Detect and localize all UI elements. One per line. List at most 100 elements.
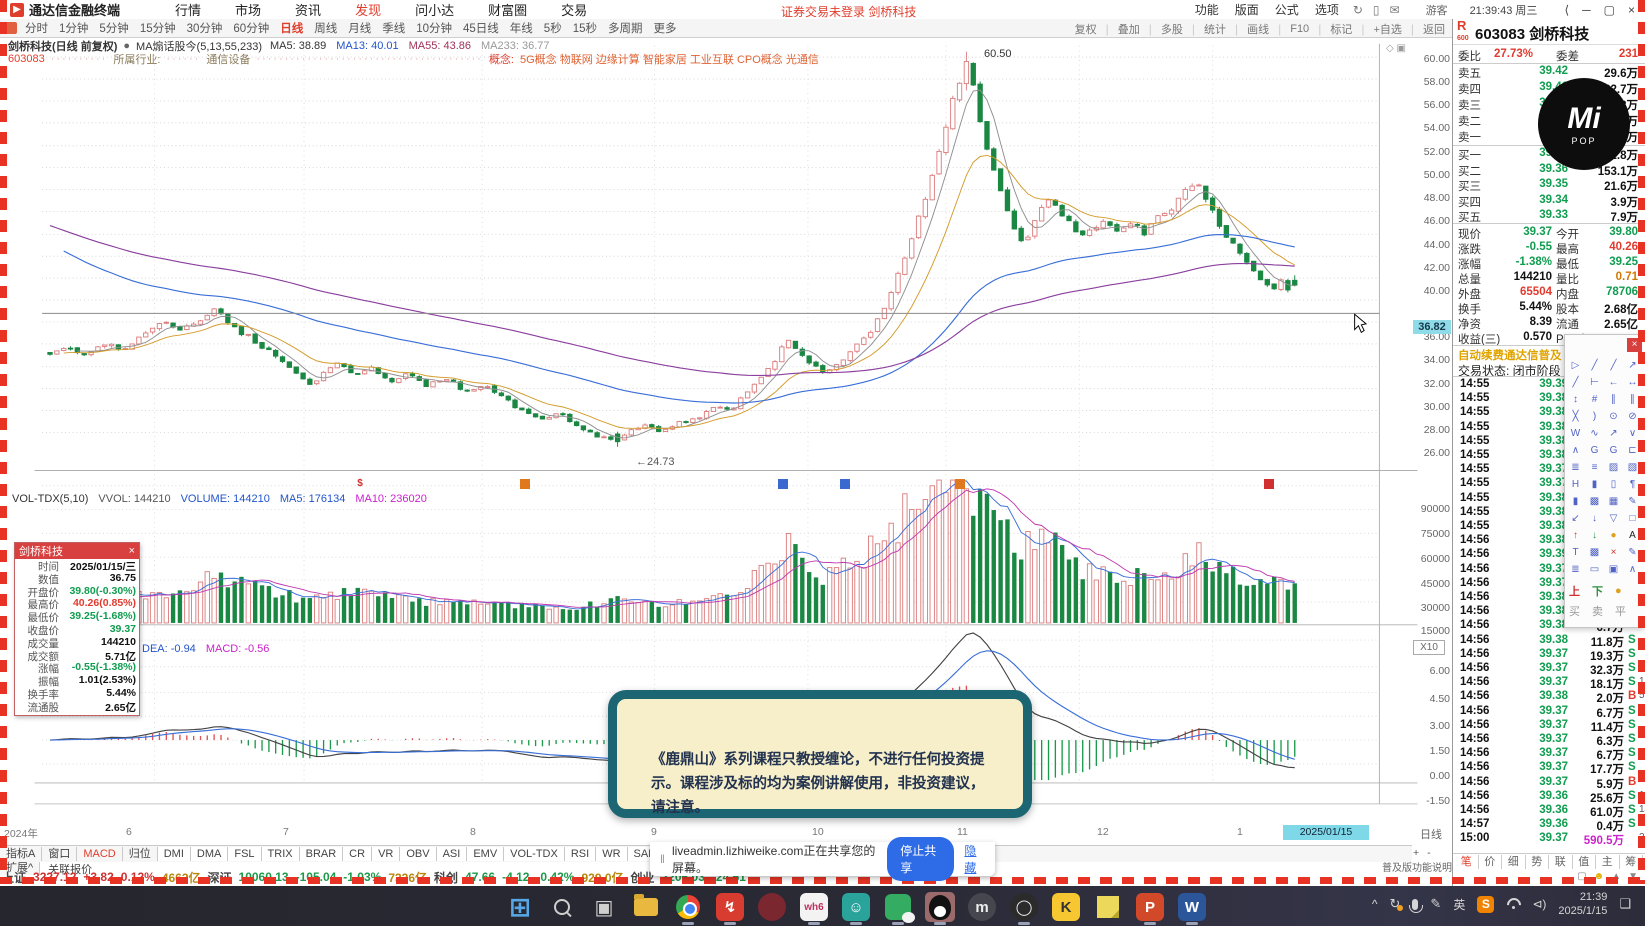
kuaishou-icon[interactable]: K [1051, 892, 1081, 922]
palette-marker[interactable]: ● [1615, 585, 1622, 597]
indicator-tab[interactable]: VR [372, 847, 401, 861]
drawing-tool-icon[interactable]: ╱ [1585, 357, 1604, 374]
drawing-tool-icon[interactable]: ← [1604, 374, 1623, 391]
indicator-tab[interactable]: TRIX [261, 847, 300, 861]
drawing-tool-icon[interactable]: ∧ [1566, 442, 1585, 459]
indicator-tab[interactable]: RSI [564, 847, 597, 861]
hide-share-button[interactable]: 隐藏 [964, 842, 985, 876]
task-view-icon[interactable]: ▣ [589, 892, 619, 922]
chrome-icon[interactable] [673, 892, 703, 925]
pen-icon[interactable]: ✎ [1430, 896, 1441, 912]
word-icon[interactable]: W [1177, 892, 1207, 925]
period-button[interactable]: 更多 [654, 20, 677, 36]
start-icon[interactable]: ⊞ [505, 892, 535, 922]
drawing-tool-icon[interactable]: ╱ [1566, 374, 1585, 391]
period-tag[interactable]: 日线 [1420, 826, 1442, 842]
drawing-tool-icon[interactable]: ↗ [1604, 425, 1623, 442]
wenhua6-icon[interactable]: wh6 [799, 892, 829, 925]
drawing-tool-icon[interactable]: T [1566, 544, 1585, 561]
tick-tab[interactable]: 联 [1549, 855, 1573, 869]
period-button[interactable]: 分时 [25, 20, 48, 36]
drawing-tool-icon[interactable]: ⊙ [1604, 408, 1623, 425]
tdx-terminal-icon[interactable]: ↯ [715, 892, 745, 925]
close-icon[interactable]: × [129, 545, 135, 557]
indicator-tab[interactable]: CR [343, 847, 373, 861]
tick-row[interactable]: 14:5639.382.0万B5 [1456, 690, 1645, 705]
indicator-tab[interactable]: WR [596, 847, 628, 861]
tick-row[interactable]: 15:0039.37590.5万239 [1456, 832, 1645, 847]
tick-tab[interactable]: 价 [1479, 855, 1502, 869]
teal-app-icon[interactable]: ☺ [841, 892, 871, 925]
taskbar-clock[interactable]: 21:39 2025/1/15 [1558, 890, 1607, 919]
toolbar-button[interactable]: +自选 [1373, 21, 1401, 37]
palette-marker[interactable]: 平 [1615, 603, 1626, 619]
notification-icon[interactable]: ❑ [1619, 896, 1631, 912]
drawing-tool-icon[interactable]: ≣ [1566, 561, 1585, 578]
zoom-out-button[interactable]: - [1427, 847, 1431, 859]
tick-tab[interactable]: 势 [1526, 855, 1549, 869]
camera-app-icon[interactable]: ◯ [1009, 892, 1039, 925]
palette-marker[interactable]: 下 [1592, 583, 1603, 599]
period-button[interactable]: 15秒 [573, 20, 597, 36]
ime-language-icon[interactable]: 英 [1453, 896, 1465, 913]
period-button[interactable]: 5秒 [544, 20, 562, 36]
tick-tab[interactable]: 笔 [1455, 855, 1479, 869]
event-marker-icon[interactable]: $ [355, 479, 365, 489]
indicator-tab[interactable]: MACD [77, 847, 123, 861]
menu-item[interactable]: 功能 [1195, 1, 1219, 18]
quote-row[interactable]: 买四 39.34 3.9万 [1456, 194, 1642, 209]
menu-item[interactable]: 行情 [175, 0, 201, 19]
stop-share-button[interactable]: 停止共享 [887, 837, 955, 881]
wechat-icon[interactable] [883, 892, 915, 925]
phone-icon[interactable]: ▯ [1373, 3, 1380, 17]
toolbar-button[interactable]: 统计 [1204, 21, 1226, 37]
drawing-tool-icon[interactable]: ∥ [1604, 391, 1623, 408]
toolbar-button[interactable]: 叠加 [1118, 21, 1140, 37]
drawing-tool-icon[interactable]: ↓ [1585, 510, 1604, 527]
event-marker-icon[interactable] [955, 479, 965, 489]
tick-row[interactable]: 14:56 39.37 17.7万 S [1456, 761, 1642, 776]
microphone-icon[interactable] [1409, 898, 1424, 913]
window-control-icon[interactable]: × [1628, 3, 1635, 17]
drawing-tool-icon[interactable]: ▦ [1604, 493, 1623, 510]
pause-icon[interactable]: ‖ [660, 852, 665, 866]
quote-row[interactable]: 卖五 39.42 29.6万 [1456, 65, 1642, 80]
indicator-tab[interactable]: VOL-TDX [504, 847, 565, 861]
tick-row[interactable]: 14:56 39.37 6.7万 S [1456, 747, 1642, 762]
drawing-tool-icon[interactable]: ⊢ [1585, 374, 1604, 391]
period-button[interactable]: 15分钟 [140, 20, 176, 36]
quote-row[interactable]: 买二 39.36 153.1万 [1456, 163, 1642, 178]
tick-row[interactable]: 14:5639.3661.0万S14 [1456, 804, 1645, 819]
file-explorer-icon[interactable] [631, 892, 661, 922]
sticky-notes-icon[interactable] [1093, 892, 1123, 922]
drawing-tool-icon[interactable]: G [1585, 442, 1604, 459]
period-button[interactable]: 季线 [382, 20, 405, 36]
drawing-tool-icon[interactable]: ● [1604, 527, 1623, 544]
wifi-icon[interactable] [1506, 897, 1520, 911]
app-dark-red-icon[interactable] [757, 892, 787, 922]
toolbar-button[interactable]: 标记 [1330, 21, 1352, 37]
toolbar-button[interactable]: 多股 [1161, 21, 1183, 37]
stock-header[interactable]: R 600 603083 剑桥科技 [1453, 19, 1645, 45]
indicator-tab[interactable]: BRAR [299, 847, 344, 861]
drawing-tool-icon[interactable]: # [1585, 391, 1604, 408]
indicator-tab[interactable]: 窗口 [42, 847, 78, 861]
quote-row[interactable]: 买三 39.35 21.6万 [1456, 178, 1642, 193]
tick-row[interactable]: 14:56 39.37 5.9万 B [1456, 776, 1642, 791]
palette-marker[interactable]: 买 [1569, 603, 1580, 619]
event-marker-icon[interactable] [778, 479, 788, 489]
period-button[interactable]: 45日线 [463, 20, 499, 36]
period-button[interactable]: 月线 [348, 20, 371, 36]
window-control-icon[interactable]: ⟨ [1564, 3, 1569, 17]
drawing-tool-icon[interactable]: ≡ [1585, 459, 1604, 476]
drawing-tool-icon[interactable]: ▮ [1566, 493, 1585, 510]
menu-item[interactable]: 资讯 [295, 0, 321, 19]
guest-label[interactable]: 游客 [1426, 2, 1448, 18]
menu-item[interactable]: 交易 [561, 0, 587, 19]
toolbar-button[interactable]: F10 [1290, 23, 1309, 35]
app-dark-icon[interactable]: m [967, 892, 997, 922]
alert-price-tag[interactable]: 36.82 [1413, 320, 1451, 334]
menu-item[interactable]: 财富圈 [488, 0, 527, 19]
tray-expand-icon[interactable]: ^ [1372, 897, 1378, 911]
toolbar-button[interactable]: 返回 [1423, 21, 1445, 37]
